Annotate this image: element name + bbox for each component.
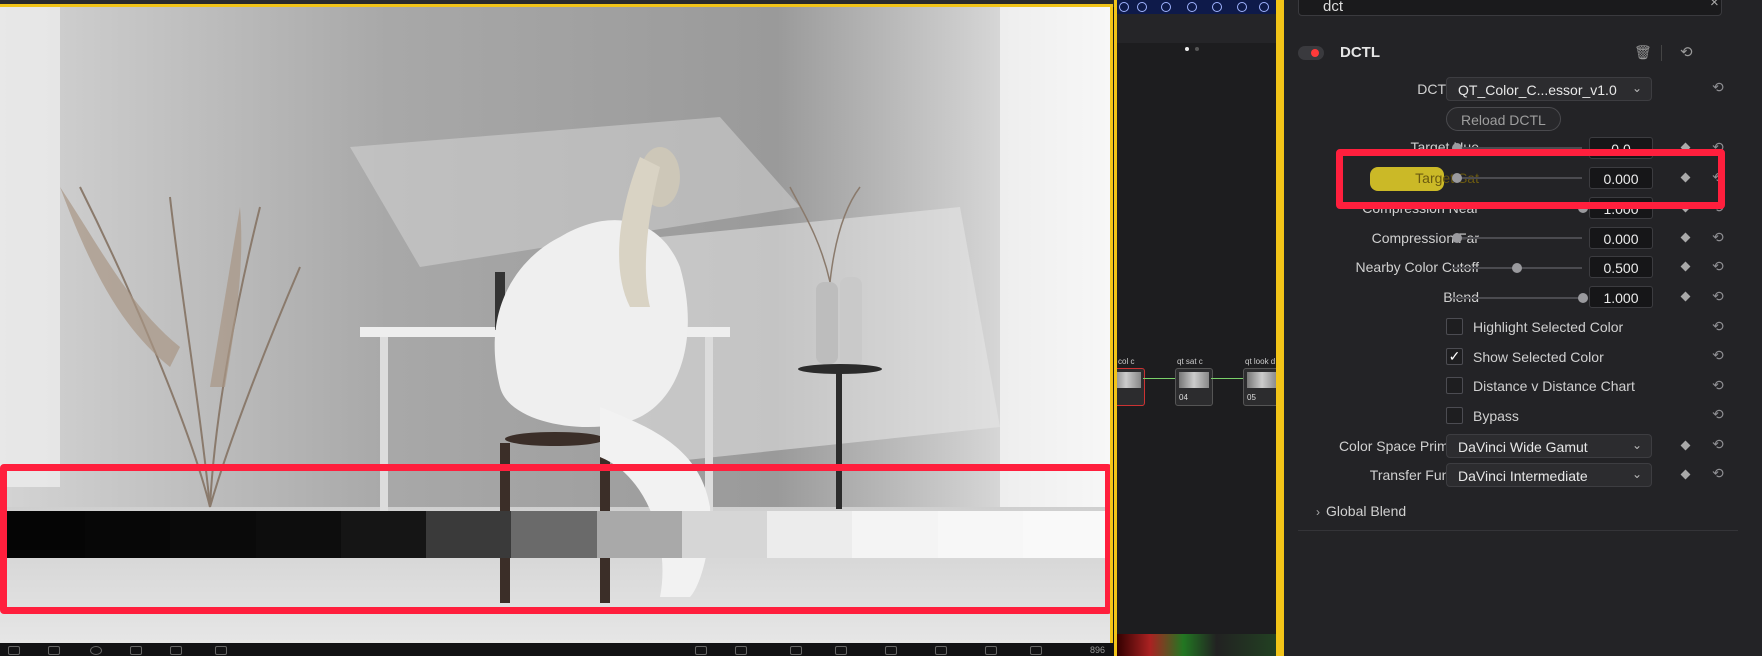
effect-title: DCTL — [1340, 44, 1380, 61]
tool-icon[interactable] — [835, 646, 847, 655]
reset-icon[interactable]: ⟲ — [1712, 347, 1724, 364]
inspector-panel[interactable]: dct × DCTL 🗑 ⟲ DCTL List QT_Color_C...es… — [1280, 0, 1762, 656]
transport-icon[interactable] — [8, 646, 20, 655]
reset-icon[interactable]: ⟲ — [1712, 79, 1724, 96]
reset-icon[interactable]: ⟲ — [1712, 318, 1724, 335]
bypass-checkbox[interactable] — [1446, 407, 1463, 424]
nearby-cutoff-field[interactable]: 0.500 — [1589, 256, 1653, 278]
tool-icon[interactable] — [790, 646, 802, 655]
transport-icon[interactable] — [130, 646, 142, 655]
blend-slider[interactable] — [1452, 297, 1582, 299]
dctl-list-dropdown[interactable]: QT_Color_C...essor_v1.0 ⌄ — [1446, 77, 1652, 101]
reload-dctl-button[interactable]: Reload DCTL — [1446, 107, 1561, 131]
viewer-highlight-frame — [0, 4, 1113, 646]
keyframe-icon[interactable] — [1680, 440, 1691, 451]
toolbar-icon[interactable] — [1259, 2, 1269, 12]
reset-icon[interactable]: ⟲ — [1712, 377, 1724, 394]
node-toolbar — [1117, 0, 1276, 14]
node-editor[interactable]: col c qt sat c qt look d... 04 05 — [1114, 0, 1280, 656]
reset-icon[interactable]: ⟲ — [1712, 406, 1724, 423]
close-icon[interactable]: × — [1710, 0, 1719, 11]
show-selected-checkbox[interactable]: ✓ — [1446, 348, 1463, 365]
scope-preview — [1117, 634, 1276, 656]
node-label: col c — [1118, 357, 1135, 366]
distance-chart-label: Distance v Distance Chart — [1473, 378, 1635, 394]
bypass-label: Bypass — [1473, 408, 1519, 424]
reset-icon[interactable]: ⟲ — [1712, 436, 1724, 453]
toolbar-icon[interactable] — [1161, 2, 1171, 12]
toolbar-icon[interactable] — [1119, 2, 1129, 12]
divider — [1661, 45, 1662, 61]
dropdown-value: QT_Color_C...essor_v1.0 — [1458, 82, 1617, 98]
dropdown-value: DaVinci Wide Gamut — [1458, 439, 1588, 455]
dropdown-value: DaVinci Intermediate — [1458, 468, 1588, 484]
distance-chart-checkbox[interactable] — [1446, 377, 1463, 394]
divider — [1298, 530, 1738, 531]
search-input[interactable]: dct — [1298, 0, 1722, 16]
toolbar-icon[interactable] — [1137, 2, 1147, 12]
reset-icon[interactable]: ⟲ — [1712, 465, 1724, 482]
viewer-top-bar — [0, 0, 1114, 7]
tool-icon[interactable] — [1030, 646, 1042, 655]
chevron-down-icon: ⌄ — [1631, 467, 1642, 481]
slider-handle[interactable] — [1512, 263, 1522, 273]
blend-field[interactable]: 1.000 — [1589, 286, 1653, 308]
highlight-selected-checkbox[interactable] — [1446, 318, 1463, 335]
tool-icon[interactable] — [695, 646, 707, 655]
slider-handle[interactable] — [1578, 293, 1588, 303]
chevron-right-icon: › — [1316, 505, 1320, 519]
highlight-selected-label: Highlight Selected Color — [1473, 319, 1624, 335]
transport-icon[interactable] — [215, 646, 227, 655]
keyframe-icon[interactable] — [1680, 469, 1691, 480]
section-label: Global Blend — [1326, 503, 1407, 519]
effect-enable-toggle[interactable] — [1298, 46, 1324, 60]
compression-far-slider[interactable] — [1452, 237, 1582, 239]
node-connection — [1143, 378, 1175, 379]
chevron-down-icon: ⌄ — [1631, 81, 1642, 95]
toolbar-icon[interactable] — [1212, 2, 1222, 12]
reset-icon[interactable]: ⟲ — [1680, 43, 1693, 61]
node-label: qt sat c — [1177, 357, 1203, 366]
page-dot[interactable] — [1195, 47, 1199, 51]
tool-icon[interactable] — [985, 646, 997, 655]
reset-icon[interactable]: ⟲ — [1712, 288, 1724, 305]
node-label: qt look d... — [1245, 357, 1280, 366]
node-connection — [1211, 378, 1243, 379]
viewer-panel[interactable]: 896 — [0, 0, 1114, 656]
tool-icon[interactable] — [735, 646, 747, 655]
keyframe-icon[interactable] — [1680, 291, 1691, 302]
reset-icon[interactable]: ⟲ — [1712, 229, 1724, 246]
keyframe-icon[interactable] — [1680, 232, 1691, 243]
panel-highlight-border — [1280, 0, 1284, 656]
slider-handle[interactable] — [1452, 233, 1462, 243]
compression-far-field[interactable]: 0.000 — [1589, 227, 1653, 249]
tool-icon[interactable] — [885, 646, 897, 655]
keyframe-icon[interactable] — [1680, 261, 1691, 272]
reset-icon[interactable]: ⟲ — [1712, 258, 1724, 275]
frame-counter: 896 — [1090, 645, 1106, 655]
primaries-dropdown[interactable]: DaVinci Wide Gamut ⌄ — [1446, 434, 1652, 458]
annotation-box-target-sat — [1336, 149, 1725, 209]
transport-icon[interactable] — [170, 646, 182, 655]
transport-icon[interactable] — [48, 646, 60, 655]
transfer-dropdown[interactable]: DaVinci Intermediate ⌄ — [1446, 463, 1652, 487]
playhead-icon[interactable] — [90, 646, 102, 655]
node-tile[interactable] — [1117, 368, 1145, 406]
node-header-strip — [1117, 14, 1276, 43]
trash-icon[interactable]: 🗑 — [1634, 44, 1652, 61]
page-dot-active[interactable] — [1185, 47, 1189, 51]
node-tile[interactable]: 05 — [1243, 368, 1276, 406]
chevron-down-icon: ⌄ — [1631, 438, 1642, 452]
show-selected-label: Show Selected Color — [1473, 349, 1604, 365]
toolbar-icon[interactable] — [1187, 2, 1197, 12]
node-tile[interactable]: 04 — [1175, 368, 1213, 406]
toolbar-icon[interactable] — [1237, 2, 1247, 12]
tool-icon[interactable] — [935, 646, 947, 655]
global-blend-section[interactable]: › Global Blend — [1316, 503, 1406, 519]
